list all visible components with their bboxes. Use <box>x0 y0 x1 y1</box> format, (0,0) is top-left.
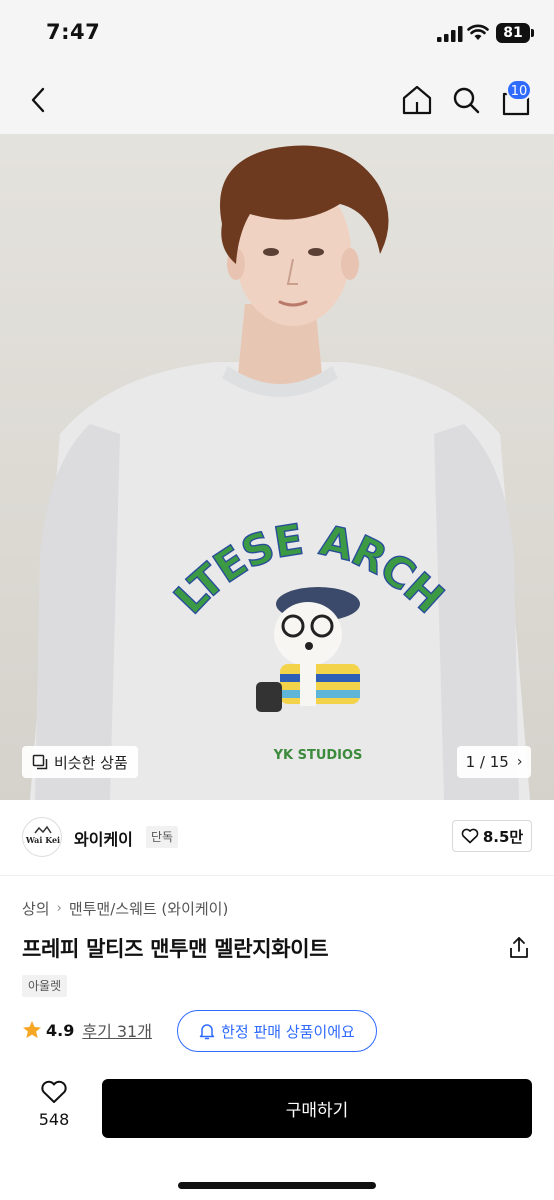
exclusive-badge: 단독 <box>146 826 179 848</box>
share-button[interactable] <box>508 936 530 960</box>
cart-count-badge: 10 <box>506 79 532 101</box>
brand-like-count: 8.5만 <box>482 827 524 846</box>
heart-icon <box>41 1080 67 1103</box>
breadcrumb-item-subcategory[interactable]: 맨투맨/스웨트 (와이케이) <box>69 898 229 919</box>
bell-icon <box>199 1024 215 1040</box>
similar-products-label: 비슷한 상품 <box>54 753 128 772</box>
similar-icon <box>32 754 48 770</box>
search-button[interactable] <box>450 82 482 118</box>
rating-row: 4.9 후기 31개 <box>22 1010 152 1050</box>
print-subtext: YK STUDIOS <box>273 748 363 763</box>
brand-logo-graphic: Wai Kei <box>25 825 60 845</box>
brand-name[interactable]: 와이케이 <box>74 826 133 850</box>
home-button[interactable] <box>400 82 434 118</box>
image-page-indicator[interactable]: 1 / 15 › <box>457 746 531 778</box>
status-time: 7:47 <box>46 20 101 44</box>
product-title: 프레피 말티즈 맨투맨 멜란지화이트 <box>22 937 329 961</box>
limited-sale-label: 한정 판매 상품이에요 <box>221 1022 355 1041</box>
buy-button[interactable]: 구매하기 <box>102 1079 532 1138</box>
outlet-badge: 아울렛 <box>22 975 68 997</box>
page-indicator-text: 1 / 15 <box>465 753 509 771</box>
brand-like-button[interactable]: 8.5만 <box>452 820 532 852</box>
breadcrumb-item-category[interactable]: 상의 <box>22 898 50 919</box>
rating-value: 4.9 <box>46 1020 75 1040</box>
wishlist-button[interactable]: 548 <box>30 1080 78 1136</box>
home-indicator <box>178 1182 376 1189</box>
product-photo: MALTESE ARCHIVE YK STUDIOS <box>0 134 530 800</box>
review-count-link[interactable]: 후기 31개 <box>82 1018 152 1042</box>
chevron-right-icon: › <box>56 901 62 916</box>
chevron-right-icon: › <box>516 754 523 770</box>
star-icon <box>23 1021 41 1038</box>
battery-indicator: 81 <box>496 23 530 43</box>
limited-sale-badge[interactable]: 한정 판매 상품이에요 <box>177 1010 377 1052</box>
brand-logo-text: Wai Kei <box>25 835 60 845</box>
battery-tip <box>531 29 534 37</box>
product-image[interactable]: MALTESE ARCHIVE YK STUDIOS 비슷한 상품 1 / 15 <box>0 134 554 800</box>
brand-logo[interactable]: Wai Kei <box>22 817 62 857</box>
signal-icon <box>437 26 463 42</box>
brand-row: Wai Kei 와이케이 단독 8.5만 <box>0 800 554 876</box>
wishlist-count: 548 <box>38 1110 70 1129</box>
heart-icon <box>461 828 479 844</box>
breadcrumb: 상의 › 맨투맨/스웨트 (와이케이) <box>22 898 228 919</box>
wifi-icon <box>467 24 489 40</box>
product-page: 7:47 81 10 LTESE ARCH YK STUDIOS 비슷한 상품 … <box>0 0 554 1200</box>
similar-products-button[interactable]: 비슷한 상품 <box>22 746 138 778</box>
nav-bar <box>0 66 554 134</box>
status-bar: 7:47 81 <box>0 0 554 66</box>
back-button[interactable] <box>24 82 54 118</box>
